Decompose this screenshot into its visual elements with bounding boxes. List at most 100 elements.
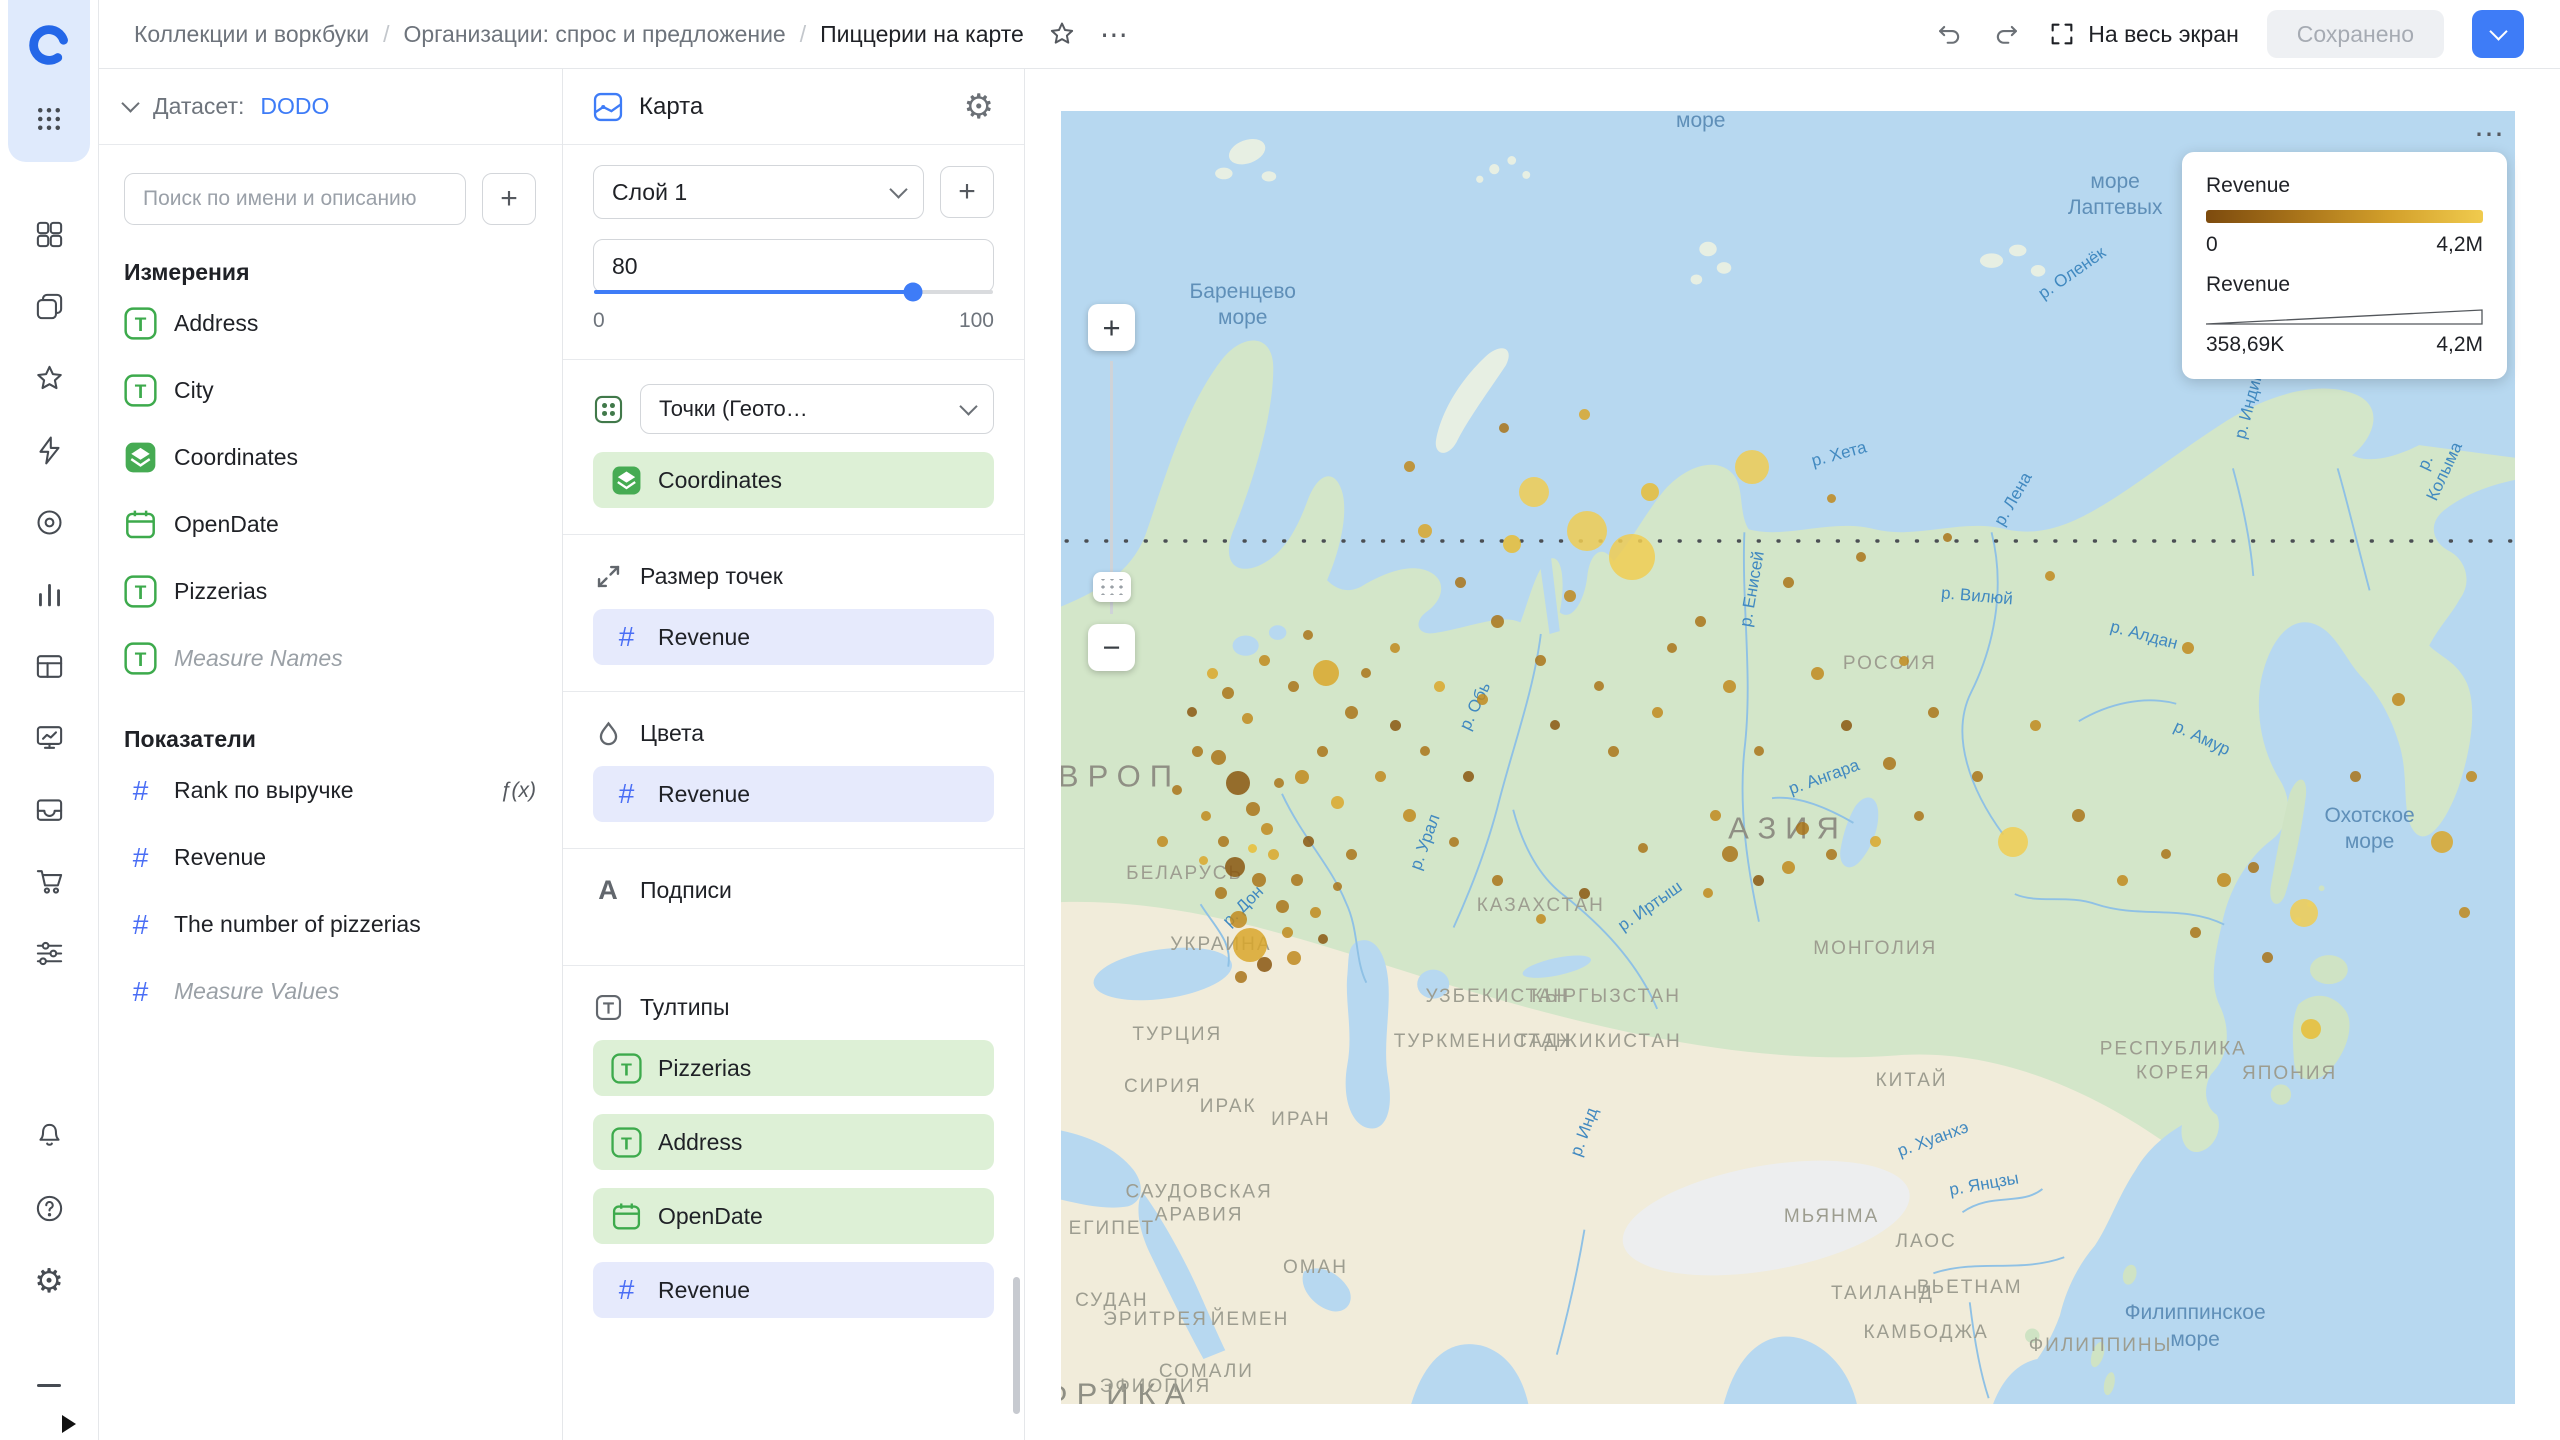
pizzeria-point[interactable] [1782, 577, 1794, 589]
pizzeria-point[interactable] [1518, 477, 1549, 508]
field-search-input[interactable] [124, 173, 466, 225]
field-chip[interactable]: Coordinates [593, 452, 994, 508]
pizzeria-point[interactable] [1826, 848, 1838, 860]
pizzeria-point[interactable] [1267, 848, 1279, 860]
pizzeria-point[interactable] [1229, 910, 1247, 928]
opacity-input[interactable]: 80 [593, 239, 994, 302]
pizzeria-point[interactable] [1172, 784, 1183, 795]
pizzeria-point[interactable] [1913, 810, 1924, 821]
pizzeria-point[interactable] [1303, 629, 1314, 640]
pizzeria-point[interactable] [1666, 642, 1677, 653]
pizzeria-point[interactable] [1251, 873, 1266, 888]
pizzeria-point[interactable] [2431, 830, 2454, 853]
pizzeria-point[interactable] [1651, 706, 1663, 718]
pizzeria-point[interactable] [2189, 926, 2201, 938]
pizzeria-point[interactable] [1417, 524, 1432, 539]
pizzeria-point[interactable] [1345, 705, 1359, 719]
pizzeria-point[interactable] [2465, 771, 2477, 783]
dataset-name-link[interactable]: DODO [260, 93, 329, 120]
pizzeria-point[interactable] [1286, 950, 1301, 965]
pizzeria-point[interactable] [1827, 494, 1837, 504]
help-icon[interactable] [26, 1185, 72, 1231]
favorite-star-icon[interactable] [1048, 20, 1076, 48]
zoom-out-button[interactable]: − [1088, 624, 1135, 671]
pizzeria-point[interactable] [1288, 680, 1300, 692]
pizzeria-point[interactable] [2458, 907, 2470, 919]
field-row[interactable]: T Address [98, 290, 562, 357]
pizzeria-point[interactable] [1317, 745, 1329, 757]
pizzeria-point[interactable] [1206, 667, 1218, 679]
geotype-select[interactable]: Точки (Геото… [640, 384, 994, 434]
pizzeria-point[interactable] [1346, 848, 1358, 860]
zoom-slider-handle[interactable] [1093, 572, 1131, 602]
pizzeria-point[interactable] [2262, 952, 2274, 964]
pizzeria-point[interactable] [1535, 655, 1547, 667]
pizzeria-point[interactable] [1971, 771, 1983, 783]
pizzeria-point[interactable] [1419, 746, 1430, 757]
pizzeria-point[interactable] [1781, 860, 1795, 874]
pizzeria-point[interactable] [1361, 668, 1372, 679]
pizzeria-point[interactable] [1404, 461, 1416, 473]
pizzeria-point[interactable] [1302, 836, 1314, 848]
pizzeria-point[interactable] [1192, 745, 1204, 757]
pizzeria-point[interactable] [1490, 615, 1504, 629]
pizzeria-point[interactable] [1332, 882, 1342, 892]
datasets-disc-icon[interactable] [26, 499, 72, 545]
pizzeria-point[interactable] [1810, 666, 1824, 680]
pizzeria-point[interactable] [1462, 771, 1474, 783]
pizzeria-point[interactable] [1235, 971, 1248, 984]
pizzeria-point[interactable] [1295, 769, 1310, 784]
pizzeria-point[interactable] [1593, 681, 1604, 692]
field-row[interactable]: # Revenue [98, 824, 562, 891]
pizzeria-point[interactable] [1186, 707, 1197, 718]
pizzeria-point[interactable] [1637, 843, 1648, 853]
pizzeria-point[interactable] [1502, 535, 1521, 554]
pizzeria-point[interactable] [1226, 771, 1251, 796]
pizzeria-point[interactable] [1259, 655, 1271, 667]
pizzeria-point[interactable] [1567, 511, 1608, 552]
pizzeria-point[interactable] [1274, 778, 1285, 789]
pizzeria-point[interactable] [1709, 810, 1721, 822]
more-menu-icon[interactable]: ⋯ [1100, 18, 1130, 51]
pizzeria-point[interactable] [1218, 836, 1230, 848]
pizzeria-point[interactable] [1198, 856, 1208, 866]
collapse-rail-icon[interactable] [26, 1362, 72, 1408]
pizzeria-point[interactable] [1753, 874, 1765, 886]
breadcrumb-item[interactable]: Пиццерии на карте [820, 21, 1024, 48]
layer-select[interactable]: Слой 1 [593, 165, 924, 219]
breadcrumb-item[interactable]: Организации: спрос и предложение [403, 21, 785, 48]
field-chip[interactable]: # Revenue [593, 766, 994, 822]
pizzeria-point[interactable] [1578, 409, 1590, 421]
pizzeria-point[interactable] [1261, 822, 1274, 835]
pizzeria-point[interactable] [1375, 771, 1387, 783]
pizzeria-point[interactable] [2044, 571, 2055, 582]
pizzeria-point[interactable] [1157, 836, 1169, 848]
pizzeria-point[interactable] [1943, 533, 1953, 543]
field-chip[interactable]: # Revenue [593, 609, 994, 665]
field-row[interactable]: # The number of pizzerias [98, 891, 562, 958]
pizzeria-point[interactable] [1535, 914, 1546, 925]
settings-gear-icon[interactable]: ⚙ [26, 1257, 72, 1303]
settings-sliders-icon[interactable] [26, 930, 72, 976]
pizzeria-point[interactable] [2349, 771, 2361, 783]
pizzeria-point[interactable] [1640, 483, 1659, 502]
pizzeria-point[interactable] [2072, 809, 2086, 823]
pizzeria-point[interactable] [2029, 719, 2041, 731]
pizzeria-point[interactable] [1491, 874, 1503, 886]
pizzeria-point[interactable] [1869, 836, 1881, 848]
pizzeria-point[interactable] [1840, 719, 1852, 731]
pizzeria-point[interactable] [1275, 899, 1289, 913]
pizzeria-point[interactable] [1403, 809, 1417, 823]
pizzeria-point[interactable] [2301, 1019, 2322, 1040]
pizzeria-point[interactable] [1477, 693, 1489, 705]
pizzeria-point[interactable] [1734, 449, 1769, 484]
pizzeria-point[interactable] [1796, 822, 1810, 836]
pizzeria-point[interactable] [1241, 713, 1253, 725]
pizzeria-point[interactable] [1998, 826, 2029, 857]
pizzeria-point[interactable] [1563, 589, 1576, 602]
pizzeria-point[interactable] [1883, 757, 1897, 771]
add-field-button[interactable]: + [482, 173, 536, 225]
pizzeria-point[interactable] [1225, 857, 1246, 878]
field-row[interactable]: T Pizzerias [98, 558, 562, 625]
saved-button[interactable]: Сохранено [2266, 10, 2444, 58]
